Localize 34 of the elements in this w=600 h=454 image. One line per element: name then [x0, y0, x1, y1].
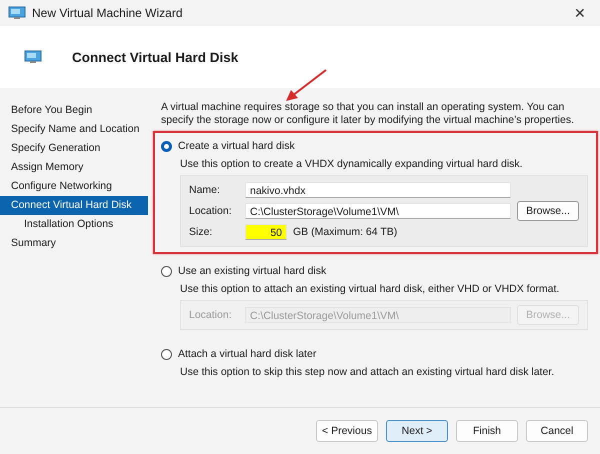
size-field[interactable]: 50 — [245, 224, 287, 240]
location-field[interactable]: C:\ClusterStorage\Volume1\VM\ — [245, 203, 511, 219]
monitor-icon — [8, 6, 26, 20]
size-unit: GB (Maximum: 64 TB) — [293, 226, 398, 238]
step-item[interactable]: Installation Options — [0, 215, 148, 234]
step-item[interactable]: Connect Virtual Hard Disk — [0, 196, 148, 215]
field-label: Size: — [189, 226, 214, 238]
step-item[interactable]: Configure Networking — [0, 177, 148, 196]
step-item[interactable]: Assign Memory — [0, 158, 148, 177]
option-description: Use this option to skip this step now and attach an existing virtual hard disk later. — [180, 366, 556, 378]
monitor-icon — [24, 50, 42, 64]
intro-text: A virtual machine requires storage so that you can install an operating system. You can specify the storage now or configure it later by modifying the virtual machine’s properties. — [161, 101, 576, 127]
next-button[interactable]: Next > — [386, 420, 448, 442]
close-icon[interactable]: ✕ — [568, 5, 592, 21]
field-label: Location: — [189, 309, 233, 321]
option-description: Use this option to create a VHDX dynamically expanding virtual hard disk. — [180, 158, 524, 170]
cancel-button[interactable]: Cancel — [526, 420, 588, 442]
page-title: Connect Virtual Hard Disk — [72, 50, 238, 64]
previous-button[interactable]: < Previous — [316, 420, 378, 442]
window-title: New Virtual Machine Wizard — [32, 6, 184, 20]
option-label[interactable]: Attach a virtual hard disk later — [178, 348, 316, 360]
step-item[interactable]: Specify Generation — [0, 139, 148, 158]
step-item[interactable]: Specify Name and Location — [0, 120, 148, 139]
option-label[interactable]: Create a virtual hard disk — [178, 140, 295, 152]
browse-button[interactable]: Browse... — [517, 201, 579, 221]
finish-button[interactable]: Finish — [456, 420, 518, 442]
name-field[interactable]: nakivo.vhdx — [245, 182, 511, 198]
field-label: Name: — [189, 184, 221, 196]
radio-button[interactable] — [161, 140, 172, 152]
option-description: Use this option to attach an existing virtual hard disk, either VHD or VHDX format. — [180, 283, 560, 295]
step-item[interactable]: Before You Begin — [0, 101, 148, 120]
radio-button[interactable] — [161, 348, 172, 360]
step-item[interactable]: Summary — [0, 234, 148, 253]
field-label: Location: — [189, 205, 233, 217]
